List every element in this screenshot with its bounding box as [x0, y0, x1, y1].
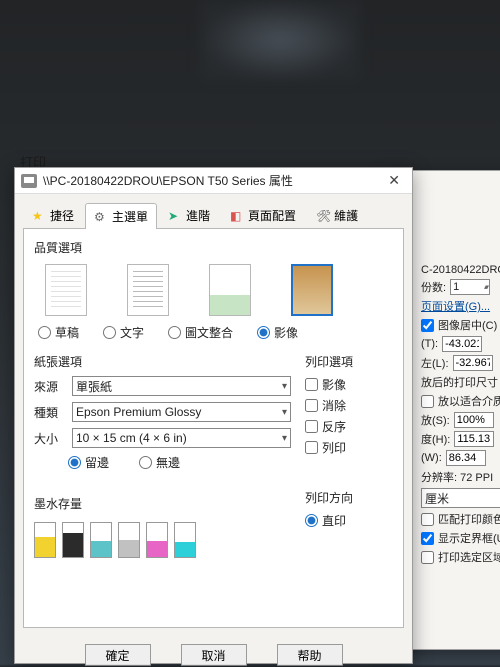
arrow-icon: ➤ — [168, 209, 182, 223]
print-options-label: 列印選項 — [305, 353, 393, 370]
quality-radio-photo[interactable]: 影像 — [257, 324, 298, 341]
titlebar: \\PC-20180422DROU\EPSON T50 Series 属性 ✕ — [15, 168, 412, 194]
ink-group-label: 墨水存量 — [34, 495, 291, 512]
border-label: 留邊 — [85, 454, 109, 471]
show-bounds-label: 显示定界框(U) — [438, 530, 500, 546]
units-select[interactable]: 厘米 — [421, 488, 500, 508]
quality-group-label: 品質選項 — [34, 239, 393, 256]
ink-cartridge-5 — [174, 522, 196, 558]
portrait-radio[interactable]: 直印 — [305, 512, 393, 529]
tab-layout-label: 頁面配置 — [248, 207, 296, 224]
source-select[interactable]: 單張紙 — [72, 376, 291, 396]
quality-radio-text[interactable]: 文字 — [103, 324, 144, 341]
size-select[interactable]: 10 × 15 cm (4 × 6 in) — [72, 428, 291, 448]
width-label: (W): — [421, 452, 442, 464]
borderless-label: 無邊 — [156, 454, 180, 471]
opt4-label: 列印 — [322, 439, 346, 456]
quality-radio-draft[interactable]: 草稿 — [38, 324, 79, 341]
opt2-label: 消除 — [322, 397, 346, 414]
ink-cartridge-2 — [90, 522, 112, 558]
opt3-checkbox[interactable]: 反序 — [305, 418, 393, 435]
source-label: 來源 — [34, 378, 64, 395]
quality-text-label: 文字 — [120, 324, 144, 341]
tab-layout[interactable]: ◧ 頁面配置 — [221, 202, 305, 228]
scale-label: 放(S): — [421, 412, 450, 428]
center-image-label: 图像居中(C) — [438, 317, 497, 333]
tab-main[interactable]: ⚙ 主選單 — [85, 203, 157, 229]
tab-shortcut[interactable]: ★ 捷径 — [23, 202, 83, 228]
scaled-size-label: 放后的打印尺寸 — [421, 374, 500, 390]
page-icon: ◧ — [230, 209, 244, 223]
match-profile-checkbox[interactable] — [421, 513, 434, 526]
show-bounds-checkbox[interactable] — [421, 532, 434, 545]
print-area-label: 打印选定区域(A) — [438, 549, 500, 565]
printer-icon — [21, 174, 37, 188]
quality-thumb-textimage[interactable] — [209, 264, 251, 316]
opt4-checkbox[interactable]: 列印 — [305, 439, 393, 456]
copies-label: 份数: — [421, 279, 446, 295]
left-label: 左(L): — [421, 355, 449, 371]
quality-radio-textimage[interactable]: 圖文整合 — [168, 324, 233, 341]
top-field[interactable] — [442, 336, 482, 352]
fit-media-checkbox[interactable] — [421, 395, 434, 408]
cancel-button[interactable]: 取消 — [181, 644, 247, 666]
ink-cartridge-4 — [146, 522, 168, 558]
quality-draft-label: 草稿 — [55, 324, 79, 341]
ok-button[interactable]: 確定 — [85, 644, 151, 666]
tab-shortcut-label: 捷径 — [50, 207, 74, 224]
quality-thumb-photo[interactable] — [291, 264, 333, 316]
type-select[interactable]: Epson Premium Glossy — [72, 402, 291, 422]
quality-thumb-text[interactable] — [127, 264, 169, 316]
top-label: (T): — [421, 338, 438, 350]
width-field[interactable] — [446, 450, 486, 466]
help-button[interactable]: 帮助 — [277, 644, 343, 666]
wrench-icon: 🛠 — [316, 209, 330, 223]
quality-textimage-label: 圖文整合 — [185, 324, 233, 341]
opt1-checkbox[interactable]: 影像 — [305, 376, 393, 393]
border-radio[interactable]: 留邊 — [68, 454, 109, 471]
opt2-checkbox[interactable]: 消除 — [305, 397, 393, 414]
printer-name: C-20180422DRO... — [421, 264, 500, 276]
tab-maintenance-label: 維護 — [334, 207, 358, 224]
print-area-checkbox[interactable] — [421, 551, 434, 564]
tab-advanced-label: 進階 — [186, 207, 210, 224]
orientation-label: 列印方向 — [305, 489, 393, 506]
printer-properties-dialog: \\PC-20180422DROU\EPSON T50 Series 属性 ✕ … — [14, 167, 413, 664]
dialog-title: \\PC-20180422DROU\EPSON T50 Series 属性 — [43, 172, 293, 189]
star-icon: ★ — [32, 209, 46, 223]
size-label: 大小 — [34, 430, 64, 447]
quality-thumb-draft[interactable] — [45, 264, 87, 316]
borderless-radio[interactable]: 無邊 — [139, 454, 180, 471]
fit-media-label: 放以适合介质(M) — [438, 393, 500, 409]
tab-main-page: 品質選項 草稿 文字 圖文整合 影像 紙張選項 來源 單張紙 種類 Epson — [23, 228, 404, 628]
ink-cartridge-3 — [118, 522, 140, 558]
opt1-label: 影像 — [322, 376, 346, 393]
tab-advanced[interactable]: ➤ 進階 — [159, 202, 219, 228]
close-button[interactable]: ✕ — [382, 170, 406, 191]
height-field[interactable] — [454, 431, 494, 447]
page-setup-link[interactable]: 页面设置(G)... — [421, 298, 490, 314]
copies-stepper[interactable]: 1 — [450, 279, 490, 295]
center-image-checkbox[interactable] — [421, 319, 434, 332]
paper-group-label: 紙張選項 — [34, 353, 291, 370]
gear-icon: ⚙ — [94, 210, 108, 224]
match-profile-label: 匹配打印颜色 — [438, 511, 500, 527]
height-label: 度(H): — [421, 431, 450, 447]
left-field[interactable] — [453, 355, 493, 371]
portrait-label: 直印 — [322, 512, 346, 529]
ink-cartridge-0 — [34, 522, 56, 558]
opt3-label: 反序 — [322, 418, 346, 435]
ink-cartridge-1 — [62, 522, 84, 558]
tab-maintenance[interactable]: 🛠 維護 — [307, 202, 367, 228]
resolution-label: 分辨率: 72 PPI — [421, 469, 500, 485]
ink-levels — [34, 518, 291, 562]
scale-field[interactable] — [454, 412, 494, 428]
type-label: 種類 — [34, 404, 64, 421]
quality-photo-label: 影像 — [274, 324, 298, 341]
tab-main-label: 主選單 — [112, 208, 148, 225]
